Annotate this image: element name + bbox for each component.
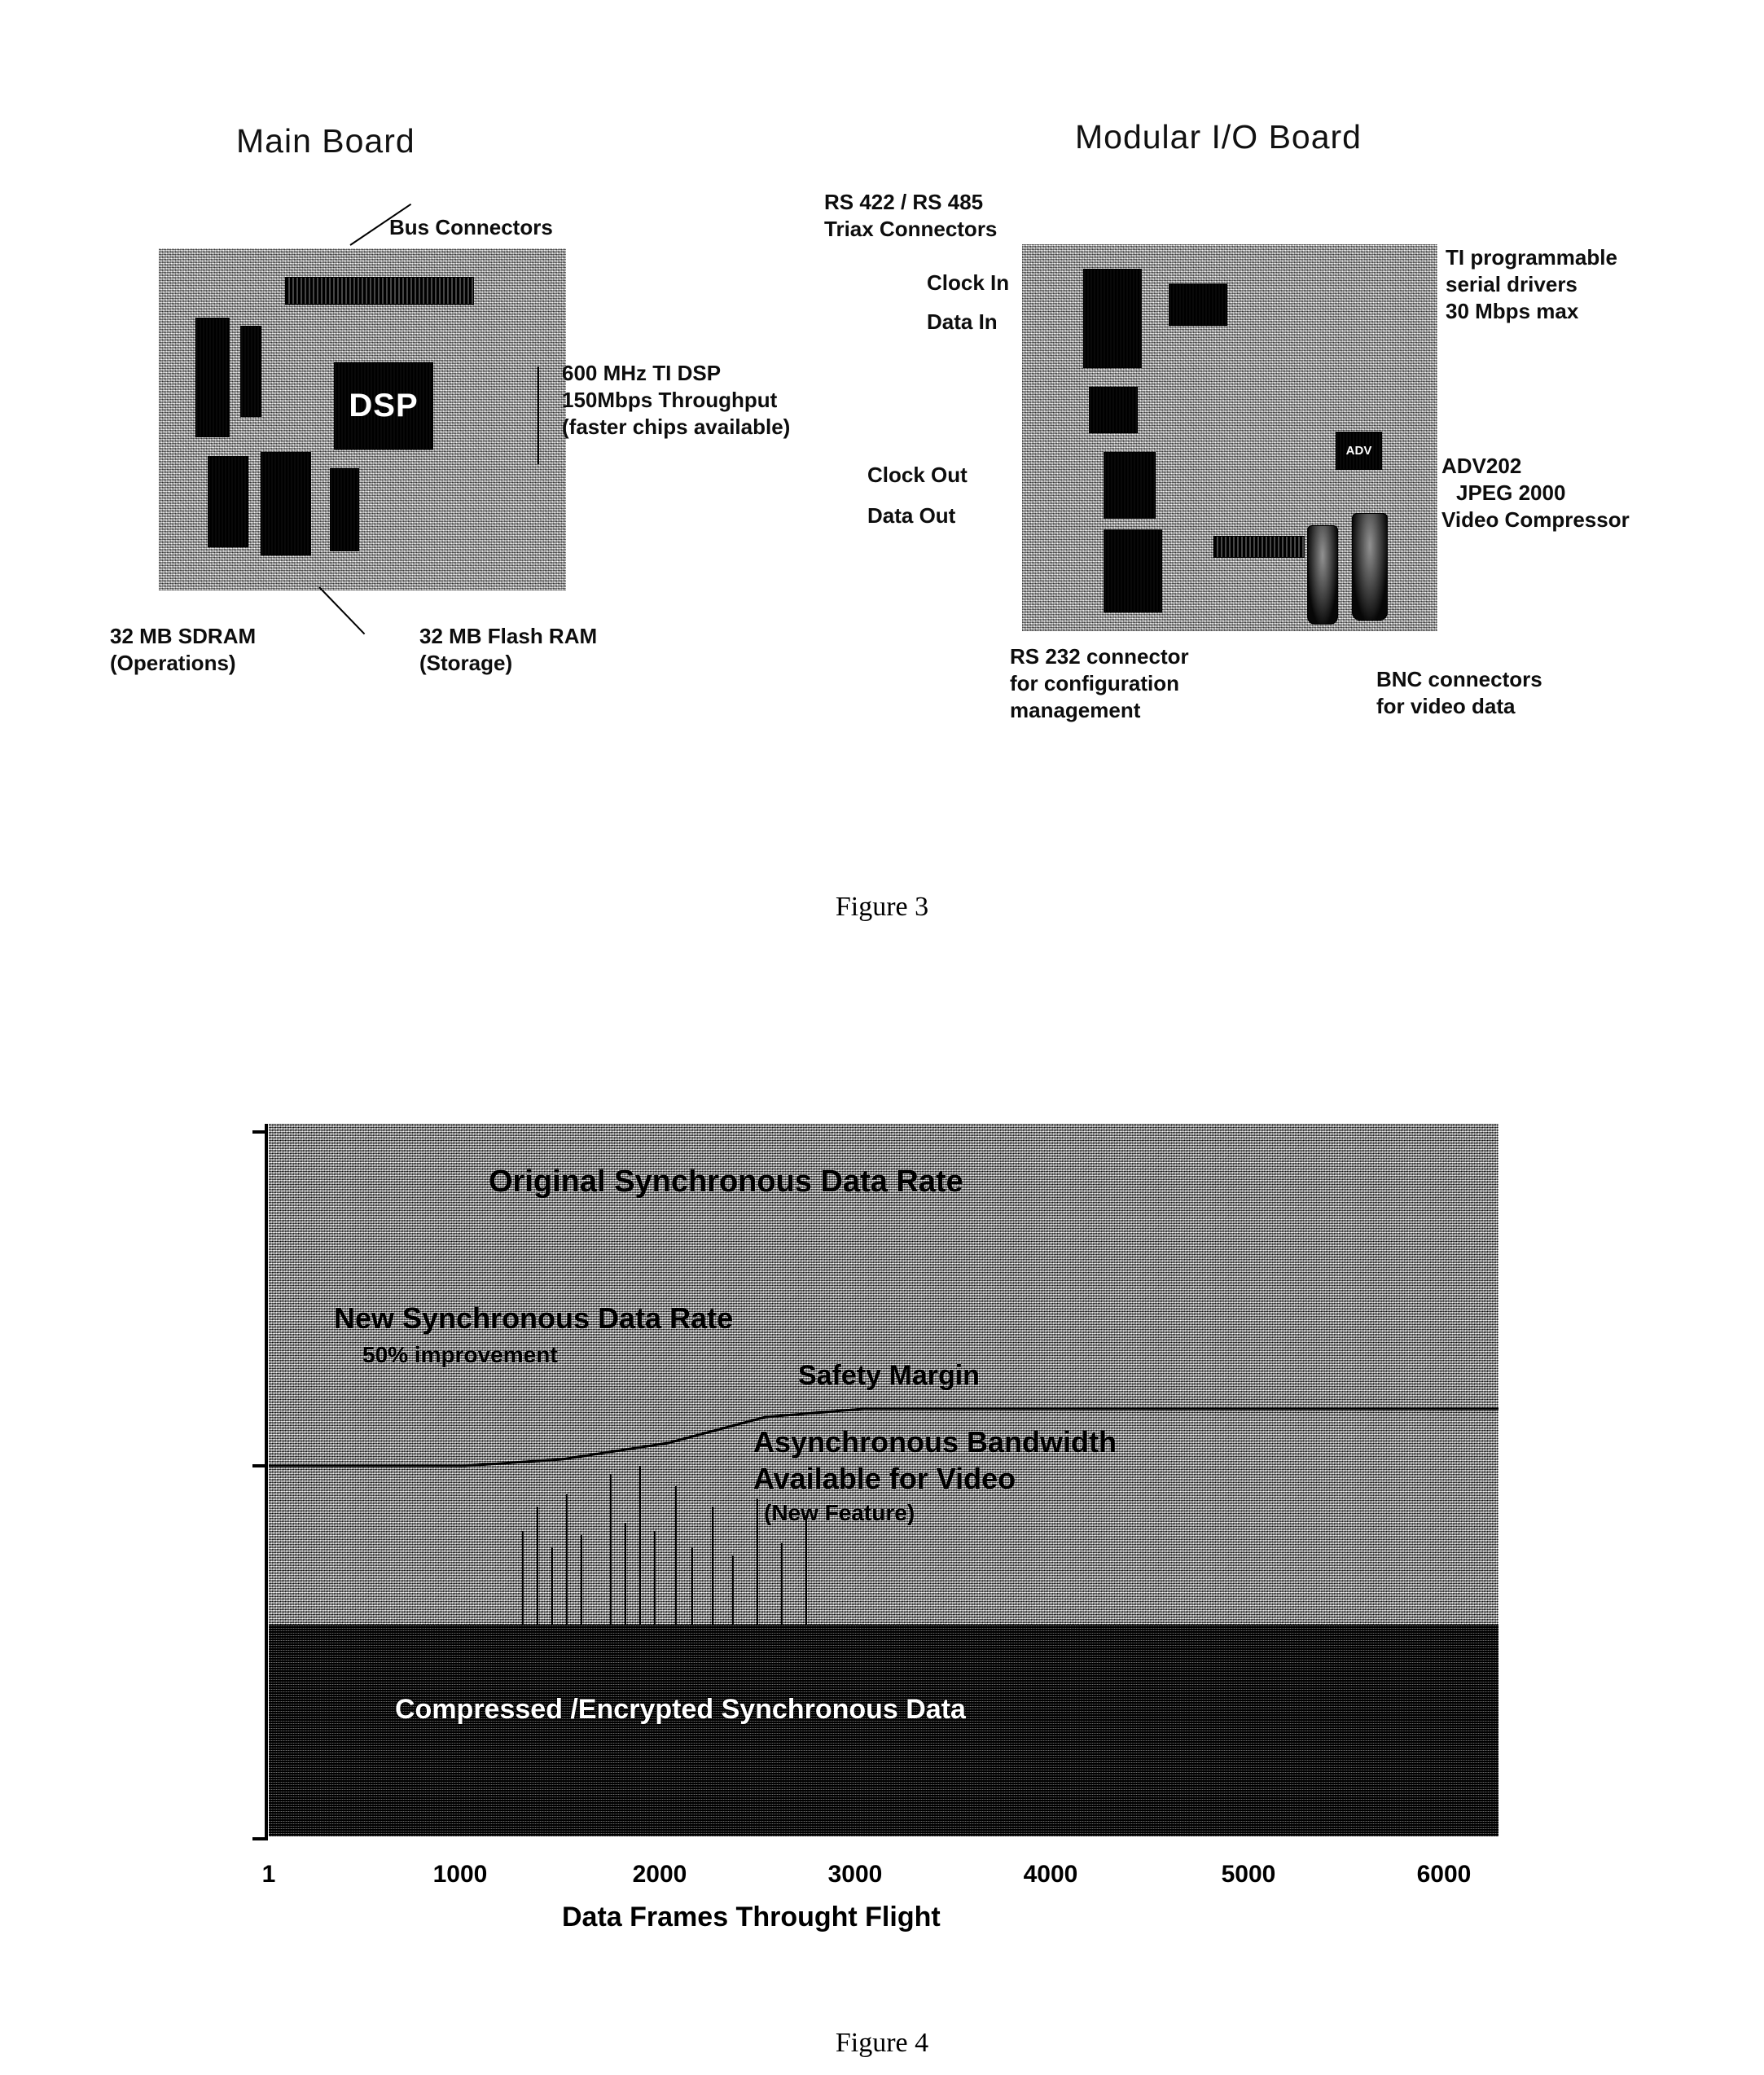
- chart-annotation-compressed-encrypted: Compressed /Encrypted Synchronous Data: [395, 1694, 966, 1725]
- y-axis-tick-bottom: [252, 1837, 267, 1840]
- sdram-chip-1: [195, 318, 230, 437]
- callout-sdram-line-2: (Operations): [110, 651, 236, 675]
- main-board-photo: DSP: [159, 248, 566, 590]
- io-chip-4: [1104, 452, 1156, 519]
- misc-chip: [330, 468, 359, 551]
- sdram-chip-2: [240, 326, 261, 417]
- callout-bnc-line-1: BNC connectors: [1376, 667, 1542, 691]
- callout-bus-connectors: Bus Connectors: [389, 215, 553, 239]
- callout-serial-line-2: serial drivers: [1446, 272, 1578, 296]
- io-chip-1: [1083, 269, 1142, 368]
- callout-rs232: RS 232 connector for configuration manag…: [1010, 643, 1189, 724]
- chart-annotation-improvement: 50% improvement: [362, 1342, 558, 1367]
- x-axis-tick-3: 3000: [827, 1861, 883, 1888]
- callout-adv-line-1: ADV202: [1441, 454, 1522, 478]
- main-board-title: Main Board: [236, 122, 415, 160]
- callout-dsp-line-3: (faster chips available): [562, 415, 791, 439]
- callout-flash-line-2: (Storage): [419, 651, 513, 675]
- callout-dsp-line-2: 150Mbps Throughput: [562, 388, 778, 412]
- x-axis-title: Data Frames Throught Flight: [562, 1902, 941, 1932]
- io-chip-2: [1169, 283, 1227, 326]
- figure-4: Original Synchronous Data Rate New Synch…: [0, 985, 1764, 2075]
- x-axis-tick-4: 4000: [1023, 1861, 1078, 1888]
- leader-line-dsp: [538, 366, 539, 464]
- chart-plot-inner: Original Synchronous Data Rate New Synch…: [269, 1124, 1499, 1836]
- figure-3-caption: Figure 3: [835, 892, 929, 922]
- callout-clock-in: Clock In: [927, 270, 1010, 295]
- dsp-chip: DSP: [334, 362, 433, 450]
- adv202-chip: ADV: [1336, 432, 1382, 470]
- callout-sdram: 32 MB SDRAM (Operations): [110, 623, 256, 677]
- callout-rs232-line-2: for configuration: [1010, 671, 1179, 695]
- callout-adv-line-3: Video Compressor: [1441, 507, 1630, 532]
- callout-triax: RS 422 / RS 485 Triax Connectors: [824, 189, 997, 243]
- callout-dsp: 600 MHz TI DSP 150Mbps Throughput (faste…: [562, 360, 790, 441]
- figure-3: Main Board DSP Bus Connectors 600 MHz TI…: [0, 0, 1764, 922]
- y-axis-line: [265, 1124, 268, 1840]
- chart-plot-area: Original Synchronous Data Rate New Synch…: [269, 1124, 1499, 1836]
- x-axis-tick-1: 1000: [432, 1861, 488, 1888]
- y-axis-tick-top: [252, 1130, 267, 1134]
- io-chip-3: [1089, 387, 1138, 433]
- chart-annotation-async-bandwidth: Asynchronous Bandwidth: [753, 1425, 1117, 1459]
- callout-serial-line-3: 30 Mbps max: [1446, 299, 1579, 323]
- patent-figure-page: Main Board DSP Bus Connectors 600 MHz TI…: [0, 0, 1764, 2075]
- x-axis-tick-0: 1: [261, 1861, 276, 1888]
- io-board-title: Modular I/O Board: [1075, 118, 1362, 156]
- callout-triax-line-2: Triax Connectors: [824, 217, 998, 241]
- callout-bnc: BNC connectors for video data: [1376, 666, 1542, 720]
- callout-adv202: ADV202 JPEG 2000 Video Compressor: [1441, 453, 1630, 533]
- rs232-connector: [1213, 536, 1305, 558]
- callout-clock-out: Clock Out: [867, 463, 968, 487]
- chart-annotation-new-rate: New Synchronous Data Rate: [334, 1301, 734, 1335]
- callout-flash-line-1: 32 MB Flash RAM: [419, 624, 598, 648]
- bnc-connector-2: [1352, 513, 1388, 621]
- callout-rs232-line-1: RS 232 connector: [1010, 644, 1189, 669]
- callout-flash: 32 MB Flash RAM (Storage): [419, 623, 597, 677]
- chart-annotation-available-video: Available for Video: [753, 1462, 1016, 1495]
- flash-chip-1: [208, 456, 248, 547]
- leader-line-flash: [318, 586, 366, 635]
- flash-chip-2: [261, 452, 311, 555]
- bnc-connector-1: [1307, 525, 1338, 625]
- callout-bnc-line-2: for video data: [1376, 694, 1516, 718]
- x-axis-tick-2: 2000: [632, 1861, 687, 1888]
- chart-annotation-original-rate: Original Synchronous Data Rate: [489, 1165, 963, 1199]
- figure-4-caption: Figure 4: [835, 2028, 929, 2058]
- callout-rs232-line-3: management: [1010, 698, 1141, 722]
- chart-annotation-safety-margin: Safety Margin: [798, 1360, 980, 1391]
- callout-serial-drivers: TI programmable serial drivers 30 Mbps m…: [1446, 244, 1617, 325]
- callout-serial-line-1: TI programmable: [1446, 245, 1617, 270]
- callout-dsp-line-1: 600 MHz TI DSP: [562, 361, 722, 385]
- io-chip-5: [1104, 529, 1162, 612]
- bus-connector-strip: [285, 277, 474, 305]
- callout-data-out: Data Out: [867, 503, 956, 528]
- x-axis-tick-5: 5000: [1221, 1861, 1276, 1888]
- callout-data-in: Data In: [927, 309, 998, 334]
- callout-adv-line-2: JPEG 2000: [1456, 480, 1566, 505]
- chart-annotation-new-feature: (New Feature): [764, 1500, 915, 1525]
- callout-triax-line-1: RS 422 / RS 485: [824, 190, 984, 214]
- x-axis-tick-6: 6000: [1416, 1861, 1472, 1888]
- y-axis-tick-mid: [252, 1464, 267, 1467]
- callout-sdram-line-1: 32 MB SDRAM: [110, 624, 257, 648]
- io-board-photo: ADV: [1022, 244, 1437, 631]
